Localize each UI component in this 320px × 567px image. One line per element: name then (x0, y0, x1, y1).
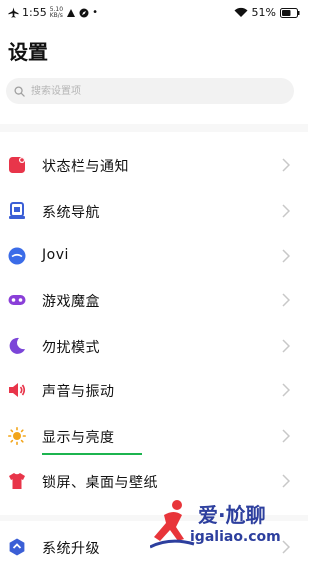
settings-item-navigation[interactable]: 系统导航 (0, 191, 300, 231)
speaker-icon (9, 383, 26, 397)
watermark-text-top: 爱·尬聊 (198, 503, 266, 527)
chevron-right-icon (282, 339, 290, 353)
settings-item-jovi[interactable]: Jovi (0, 236, 300, 276)
net-speed: 5.10 KB/s (49, 6, 63, 19)
wifi-icon (234, 7, 248, 17)
section-divider (0, 124, 308, 132)
jovi-icon (8, 247, 26, 265)
navigation-icon (9, 202, 25, 219)
sun-icon (8, 427, 26, 445)
settings-item-label: 声音与振动 (42, 384, 115, 400)
moon-icon (9, 337, 25, 354)
settings-item-label: 系统升级 (42, 541, 100, 557)
gamepad-icon (8, 295, 26, 305)
battery-percent: 51% (251, 6, 276, 19)
settings-item-display[interactable]: 显示与亮度 (0, 416, 300, 456)
settings-item-label: 锁屏、桌面与壁纸 (42, 475, 158, 491)
status-bar: 1:55 5.10 KB/s • 51% (0, 0, 308, 26)
notification-app-icon (67, 8, 76, 17)
chevron-right-icon (282, 383, 290, 397)
chevron-right-icon (282, 293, 290, 307)
search-bar[interactable] (6, 78, 294, 104)
settings-item-game-box[interactable]: 游戏魔盒 (0, 280, 300, 320)
highlight-underline (42, 453, 142, 455)
compass-icon (79, 8, 89, 17)
settings-item-lockscreen-wallpaper[interactable]: 锁屏、桌面与壁纸 (0, 461, 300, 501)
page-title: 设置 (8, 40, 48, 64)
chevron-right-icon (282, 204, 290, 218)
notification-icon (9, 157, 25, 173)
airplane-mode-icon (8, 7, 19, 18)
settings-item-label: Jovi (42, 247, 69, 263)
clock: 1:55 (22, 6, 47, 19)
search-icon (14, 85, 25, 97)
settings-item-label: 勿扰模式 (42, 340, 100, 356)
watermark-logo: 爱·尬聊 igaliao.com (150, 497, 310, 557)
search-input[interactable] (29, 84, 273, 98)
more-dot: • (92, 7, 98, 18)
chevron-right-icon (282, 158, 290, 172)
upgrade-icon (9, 538, 25, 556)
settings-item-do-not-disturb[interactable]: 勿扰模式 (0, 326, 300, 366)
net-speed-unit: KB/s (49, 11, 63, 19)
status-bar-right: 51% (234, 6, 300, 19)
settings-item-label: 系统导航 (42, 205, 100, 221)
chevron-right-icon (282, 474, 290, 488)
chevron-right-icon (282, 429, 290, 443)
status-bar-left: 1:55 5.10 KB/s • (8, 6, 98, 19)
watermark-text-bottom: igaliao.com (190, 529, 281, 545)
settings-item-label: 状态栏与通知 (42, 159, 129, 175)
settings-item-sound[interactable]: 声音与振动 (0, 370, 300, 410)
shirt-icon (9, 473, 25, 489)
settings-item-label: 游戏魔盒 (42, 294, 100, 310)
battery-icon (280, 7, 300, 18)
settings-item-notifications[interactable]: 状态栏与通知 (0, 145, 300, 185)
chevron-right-icon (282, 249, 290, 263)
settings-item-label: 显示与亮度 (42, 430, 115, 446)
